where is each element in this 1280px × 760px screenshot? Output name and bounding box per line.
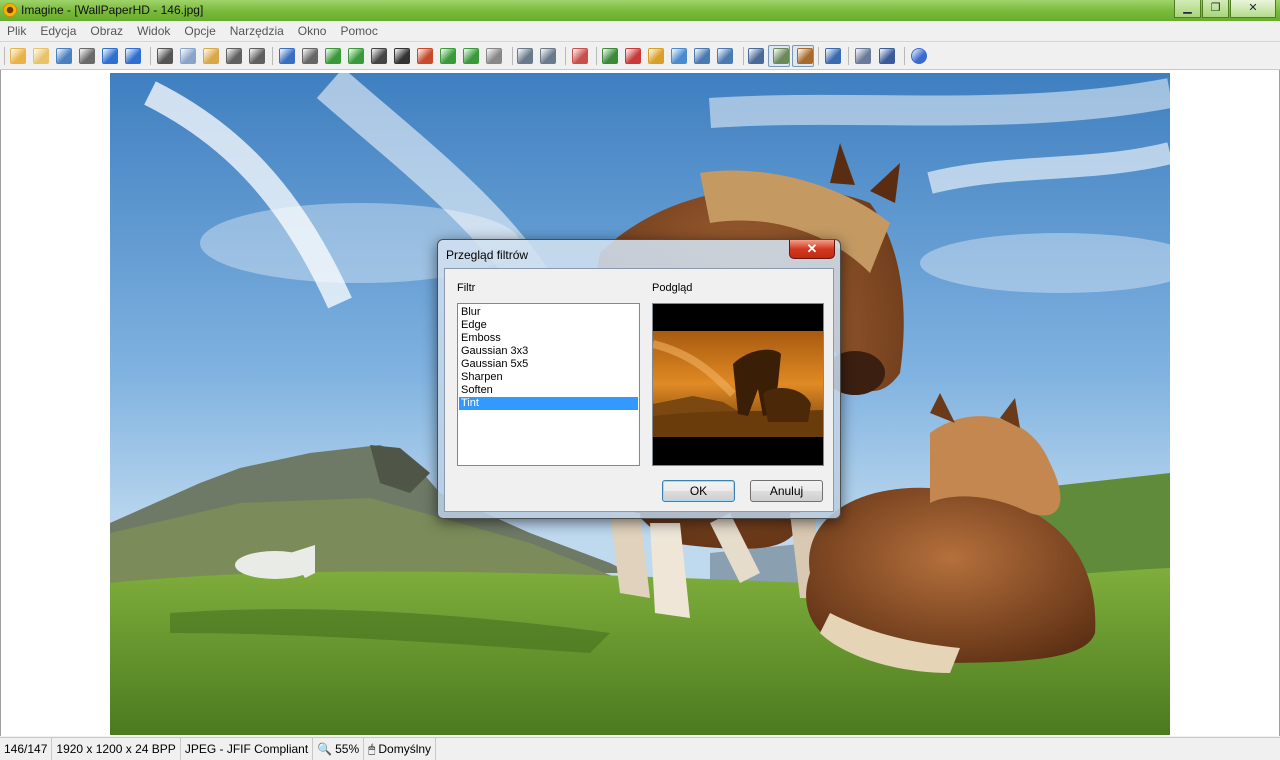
menu-pomoc[interactable]: Pomoc (333, 21, 384, 41)
menu-narzedzia[interactable]: Narzędzia (223, 21, 291, 41)
slideshow-icon[interactable] (572, 48, 588, 64)
info-icon[interactable] (279, 48, 295, 64)
browse-icon[interactable] (773, 48, 789, 64)
previous-icon[interactable] (102, 48, 118, 64)
plugins-icon[interactable] (879, 48, 895, 64)
filter-option-gaussian-3x3[interactable]: Gaussian 3x3 (459, 345, 638, 358)
menu-plik[interactable]: Plik (0, 21, 33, 41)
mouse-icon: 🖱 (368, 742, 376, 756)
profile-value: Domyślny (378, 742, 432, 756)
zoom-actual-icon[interactable] (540, 48, 556, 64)
new-icon[interactable] (10, 48, 26, 64)
filter-preview-image (652, 303, 824, 466)
title-bar: Imagine - [WallPaperHD - 146.jpg] ▁ ❐ ✕ (0, 0, 1280, 21)
next-icon[interactable] (125, 48, 141, 64)
toolbar-separator (4, 47, 5, 65)
dialog-body: Filtr Podgląd Blur Edge Emboss Gaussian … (444, 268, 834, 512)
toolbar-separator (818, 47, 819, 65)
settings-icon[interactable] (825, 48, 841, 64)
menu-okno[interactable]: Okno (291, 21, 334, 41)
filter-option-tint[interactable]: Tint (459, 397, 638, 410)
window-title: Imagine - [WallPaperHD - 146.jpg] (21, 3, 204, 17)
filter-option-soften[interactable]: Soften (459, 384, 638, 397)
image-index: 146/147 (0, 738, 53, 760)
zoom-tool-icon[interactable] (648, 48, 664, 64)
filter-option-blur[interactable]: Blur (459, 306, 638, 319)
toolbar-separator (565, 47, 566, 65)
thumbnails-icon[interactable] (671, 48, 687, 64)
help-icon[interactable] (911, 48, 927, 64)
menu-edycja[interactable]: Edycja (33, 21, 83, 41)
menu-opcje[interactable]: Opcje (177, 21, 222, 41)
filter-option-edge[interactable]: Edge (459, 319, 638, 332)
preview-label: Podgląd (652, 282, 693, 294)
toolbar-separator (848, 47, 849, 65)
view-mode-icon[interactable] (694, 48, 710, 64)
profile: 🖱 Domyślny (364, 738, 437, 760)
redo-icon[interactable] (249, 48, 265, 64)
save-icon[interactable] (56, 48, 72, 64)
close-button[interactable]: ✕ (1230, 0, 1276, 18)
monitor-icon[interactable] (748, 48, 764, 64)
toolbar-separator (596, 47, 597, 65)
filter-option-gaussian-5x5[interactable]: Gaussian 5x5 (459, 358, 638, 371)
ok-button[interactable]: OK (662, 480, 735, 502)
filter-option-sharpen[interactable]: Sharpen (459, 371, 638, 384)
status-bar: 146/147 1920 x 1200 x 24 BPP JPEG - JFIF… (0, 737, 1280, 760)
magnifier-icon: 🔍 (317, 742, 333, 756)
filter-label: Filtr (457, 282, 476, 294)
capture-icon[interactable] (302, 48, 318, 64)
batch-icon[interactable] (855, 48, 871, 64)
window-controls: ▁ ❐ ✕ (1173, 0, 1276, 18)
toolbar-separator (512, 47, 513, 65)
cancel-button[interactable]: Anuluj (750, 480, 823, 502)
zoom-out-icon[interactable] (625, 48, 641, 64)
toolbar-separator (743, 47, 744, 65)
dialog-close-button[interactable]: ✕ (789, 240, 835, 259)
filter-option-emboss[interactable]: Emboss (459, 332, 638, 345)
crop-icon[interactable] (348, 48, 364, 64)
image-dimensions: 1920 x 1200 x 24 BPP (52, 738, 181, 760)
toolbar-separator (904, 47, 905, 65)
resize-icon[interactable] (325, 48, 341, 64)
edit-icon[interactable] (797, 48, 813, 64)
grayscale-icon[interactable] (371, 48, 387, 64)
minimize-button[interactable]: ▁ (1174, 0, 1201, 18)
paste-icon[interactable] (203, 48, 219, 64)
undo-icon[interactable] (226, 48, 242, 64)
flip-icon[interactable] (463, 48, 479, 64)
app-icon (3, 3, 17, 17)
negative-icon[interactable] (394, 48, 410, 64)
rotate-icon[interactable] (440, 48, 456, 64)
menu-widok[interactable]: Widok (130, 21, 177, 41)
open-icon[interactable] (33, 48, 49, 64)
image-format: JPEG - JFIF Compliant (181, 738, 314, 760)
tinted-preview (653, 304, 823, 465)
filter-listbox[interactable]: Blur Edge Emboss Gaussian 3x3 Gaussian 5… (457, 303, 640, 466)
print-icon[interactable] (79, 48, 95, 64)
menu-bar: Plik Edycja Obraz Widok Opcje Narzędzia … (0, 21, 1280, 41)
effects-icon[interactable] (417, 48, 433, 64)
toolbar (0, 41, 1280, 70)
filter-preview-dialog: Przegląd filtrów ✕ Filtr Podgląd Blur Ed… (437, 239, 841, 519)
zoom-fit-icon[interactable] (517, 48, 533, 64)
toolbar-separator (150, 47, 151, 65)
filter-icon[interactable] (486, 48, 502, 64)
zoom-value: 55% (335, 742, 360, 756)
fullscreen-icon[interactable] (717, 48, 733, 64)
zoom-level: 🔍 55% (313, 738, 365, 760)
cut-icon[interactable] (157, 48, 173, 64)
copy-icon[interactable] (180, 48, 196, 64)
toolbar-separator (272, 47, 273, 65)
dialog-title: Przegląd filtrów (446, 248, 529, 262)
zoom-in-icon[interactable] (602, 48, 618, 64)
menu-obraz[interactable]: Obraz (83, 21, 130, 41)
restore-button[interactable]: ❐ (1202, 0, 1229, 18)
